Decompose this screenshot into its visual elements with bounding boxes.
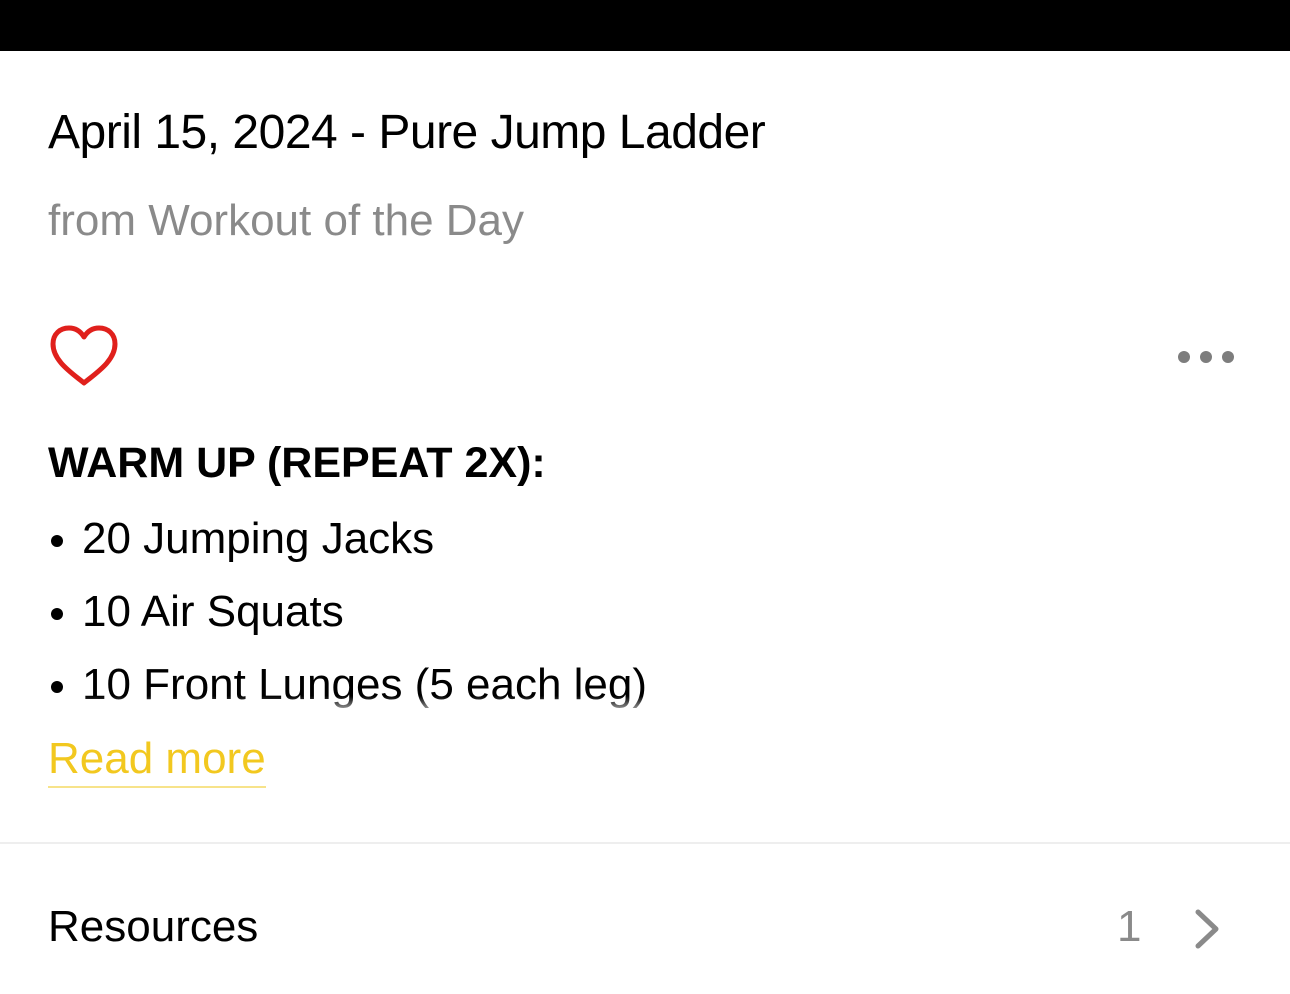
list-item-text: 10 Air Squats — [82, 587, 344, 636]
warm-up-heading: WARM UP (REPEAT 2X): — [48, 439, 546, 487]
list-item: 20 Jumping Jacks — [48, 510, 1248, 583]
ellipsis-dot — [1222, 351, 1234, 363]
resources-row[interactable]: Resources 1 — [0, 880, 1290, 976]
read-more-link[interactable]: Read more — [48, 732, 266, 788]
text-fade-overlay — [48, 696, 1248, 726]
warm-up-list: 20 Jumping Jacks 10 Air Squats 10 Front … — [48, 510, 1248, 715]
bullet-icon — [51, 681, 63, 693]
divider — [0, 842, 1290, 844]
heart-outline-icon — [50, 325, 118, 386]
ellipsis-dot — [1200, 351, 1212, 363]
more-options-button[interactable] — [1172, 340, 1240, 374]
bullet-icon — [51, 535, 63, 547]
workout-source: from Workout of the Day — [48, 196, 525, 245]
list-item-text: 20 Jumping Jacks — [82, 514, 435, 563]
resources-label: Resources — [48, 902, 259, 951]
list-item: 10 Air Squats — [48, 583, 1248, 656]
bullet-icon — [51, 608, 63, 620]
resources-count: 1 — [1117, 902, 1142, 951]
ellipsis-icon — [1178, 351, 1190, 363]
workout-title: April 15, 2024 - Pure Jump Ladder — [48, 106, 766, 159]
favorite-button[interactable] — [48, 323, 120, 389]
chevron-right-icon — [1195, 909, 1219, 949]
status-bar — [0, 0, 1290, 51]
